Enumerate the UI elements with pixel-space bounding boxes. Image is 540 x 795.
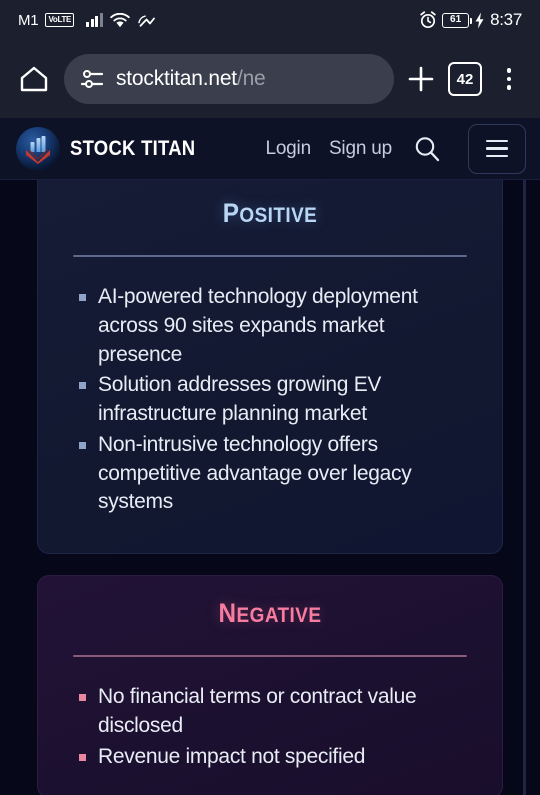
positive-bullet-list: AI-powered technology deployment across … bbox=[38, 283, 502, 517]
positive-title-initial: P bbox=[222, 198, 240, 228]
clock-label: 8:37 bbox=[490, 10, 522, 29]
charging-bolt-icon bbox=[474, 12, 485, 29]
login-link[interactable]: Login bbox=[265, 138, 311, 160]
plus-icon bbox=[408, 66, 434, 92]
tab-count-label: 42 bbox=[456, 70, 474, 88]
status-bar-left: M1 VoLTE bbox=[18, 12, 419, 29]
header-nav: Login Sign up bbox=[265, 123, 526, 174]
positive-card-divider bbox=[73, 255, 467, 257]
list-item: Non-intrusive technology offers competit… bbox=[79, 431, 472, 517]
wifi-icon bbox=[109, 12, 130, 28]
url-path: /ne bbox=[236, 67, 266, 90]
search-icon bbox=[412, 134, 442, 164]
negative-title-rest: EGATIVE bbox=[236, 604, 322, 627]
browser-toolbar: stocktitan.net/ne 42 bbox=[0, 40, 540, 118]
stock-titan-logo-icon bbox=[16, 126, 60, 171]
alarm-clock-icon bbox=[419, 11, 437, 29]
status-bar-right: 61 8:37 bbox=[419, 10, 522, 30]
hamburger-menu-icon bbox=[486, 140, 508, 143]
page-content: POSITIVE AI-powered technology deploymen… bbox=[0, 180, 540, 795]
page-scrollbar[interactable] bbox=[523, 180, 526, 795]
battery-percent-label: 61 bbox=[450, 14, 462, 25]
list-item: Solution addresses growing EV infrastruc… bbox=[79, 371, 472, 429]
negative-bullet-list: No financial terms or contract value dis… bbox=[38, 683, 502, 771]
home-button[interactable] bbox=[14, 59, 54, 99]
signup-link[interactable]: Sign up bbox=[329, 138, 392, 160]
positive-title-rest: OSITIVE bbox=[239, 204, 318, 227]
tab-switcher-button[interactable]: 42 bbox=[448, 62, 482, 96]
status-bar: M1 VoLTE 61 8:37 bbox=[0, 0, 540, 40]
positive-card: POSITIVE AI-powered technology deploymen… bbox=[37, 180, 503, 554]
url-domain: stocktitan.net bbox=[116, 67, 237, 90]
search-button[interactable] bbox=[410, 132, 444, 166]
negative-card: NEGATIVE No financial terms or contract … bbox=[37, 575, 503, 795]
wifi-calling-icon bbox=[137, 13, 156, 28]
phone-screen: M1 VoLTE 61 8:37 stocktitan.net/ne 42 ST… bbox=[0, 0, 540, 795]
list-item: Revenue impact not specified bbox=[79, 743, 472, 772]
negative-card-divider bbox=[73, 655, 467, 657]
negative-card-title: NEGATIVE bbox=[61, 598, 479, 629]
list-item: AI-powered technology deployment across … bbox=[79, 283, 472, 369]
volte-badge: VoLTE bbox=[45, 12, 75, 28]
url-text: stocktitan.net/ne bbox=[116, 67, 266, 91]
positive-card-title: POSITIVE bbox=[61, 198, 479, 229]
url-bar[interactable]: stocktitan.net/ne bbox=[64, 54, 394, 104]
three-dot-menu-icon bbox=[506, 68, 512, 90]
new-tab-button[interactable] bbox=[404, 59, 438, 99]
carrier-label: M1 bbox=[18, 11, 39, 29]
hamburger-menu-button[interactable] bbox=[468, 123, 526, 174]
brand-name-label: STOCK TITAN bbox=[70, 136, 196, 160]
signal-bars-icon bbox=[86, 13, 103, 27]
tune-icon[interactable] bbox=[80, 68, 104, 90]
home-icon bbox=[19, 65, 49, 93]
battery-icon: 61 bbox=[442, 12, 473, 28]
brand-logo-link[interactable]: STOCK TITAN bbox=[16, 126, 213, 171]
browser-menu-button[interactable] bbox=[492, 59, 526, 99]
content-container: POSITIVE AI-powered technology deploymen… bbox=[0, 180, 540, 795]
negative-title-initial: N bbox=[218, 598, 237, 628]
site-header: STOCK TITAN Login Sign up bbox=[0, 118, 540, 180]
list-item: No financial terms or contract value dis… bbox=[79, 683, 472, 741]
